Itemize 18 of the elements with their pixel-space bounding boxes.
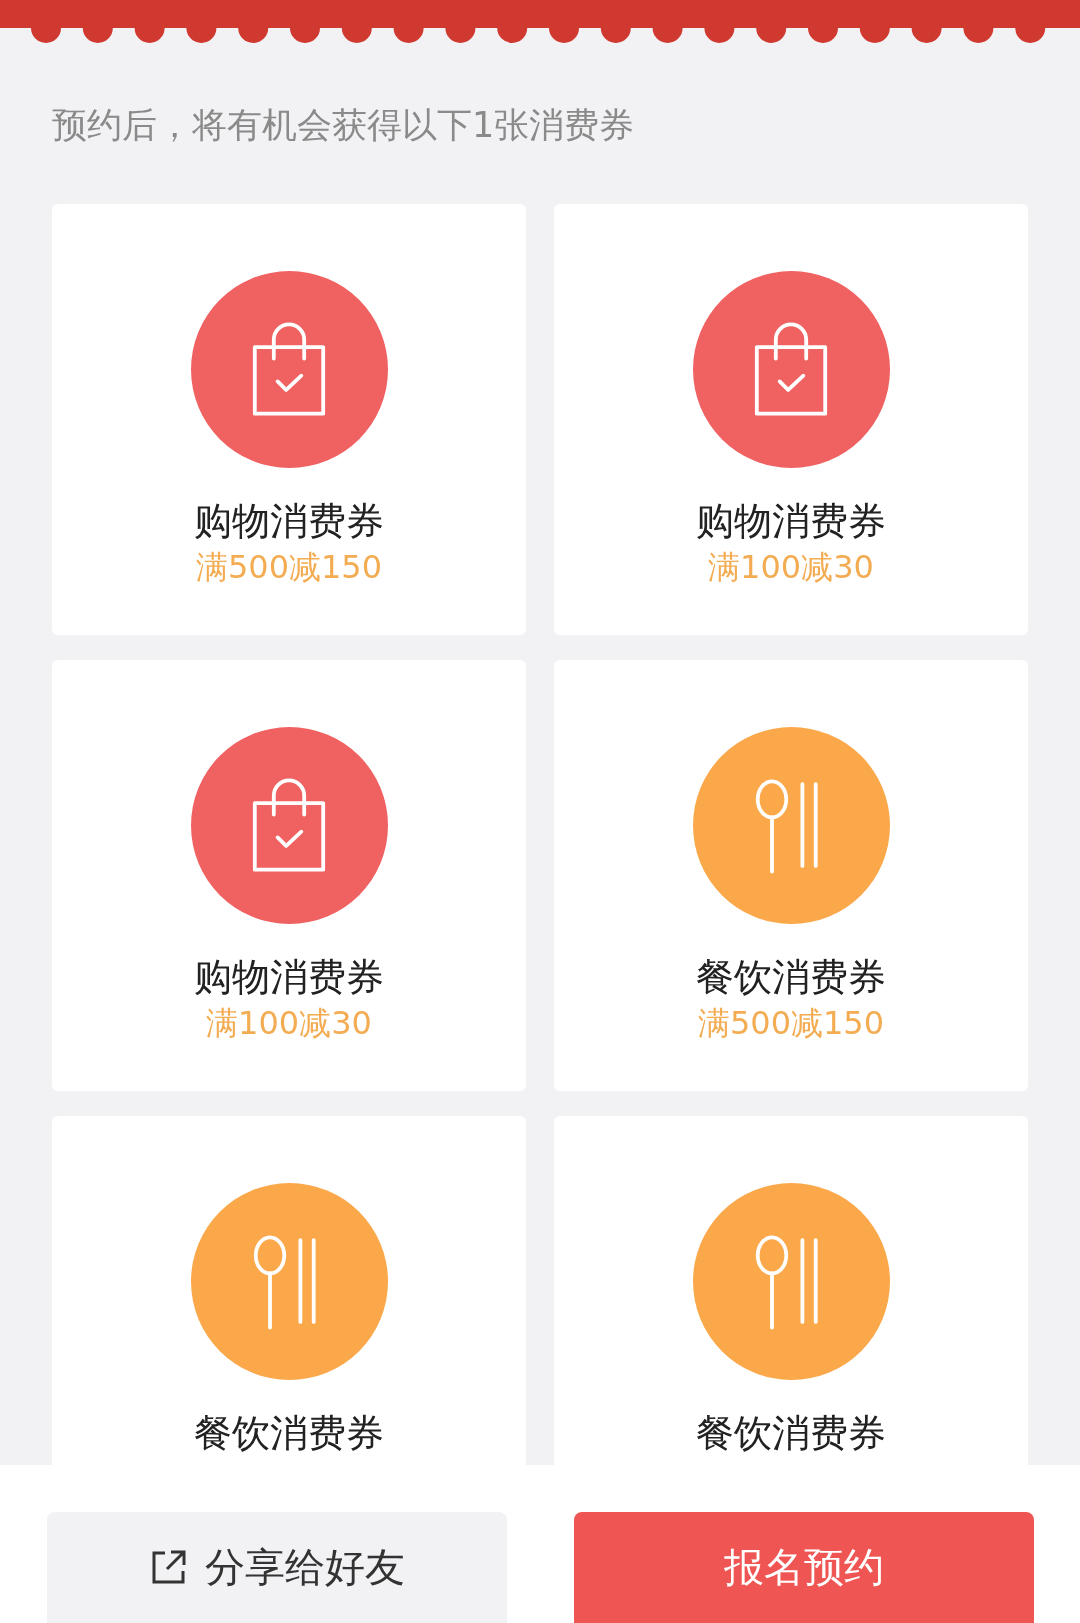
coupon-title: 餐饮消费券 bbox=[194, 1410, 384, 1457]
coupon-card[interactable]: 购物消费券 满100减30 bbox=[52, 660, 526, 1091]
coupon-value: 满500减150 bbox=[195, 547, 383, 588]
share-button[interactable]: 分享给好友 bbox=[47, 1512, 507, 1623]
coupon-card[interactable]: 购物消费券 满100减30 bbox=[554, 204, 1028, 635]
intro-text: 预约后，将有机会获得以下1张消费券 bbox=[52, 104, 636, 147]
coupon-title: 购物消费券 bbox=[194, 954, 384, 1001]
coupon-title: 购物消费券 bbox=[696, 498, 886, 545]
coupon-card[interactable]: 餐饮消费券 bbox=[52, 1116, 526, 1465]
coupon-value: 满100减30 bbox=[206, 1003, 372, 1044]
coupon-title: 餐饮消费券 bbox=[696, 954, 886, 1001]
coupon-value: 满100减30 bbox=[708, 547, 874, 588]
coupon-card[interactable]: 购物消费券 满500减150 bbox=[52, 204, 526, 635]
coupon-title: 购物消费券 bbox=[194, 498, 384, 545]
coupon-value: 满500减150 bbox=[697, 1003, 885, 1044]
coupon-card[interactable]: 餐饮消费券 bbox=[554, 1116, 1028, 1465]
coupon-title: 餐饮消费券 bbox=[696, 1410, 886, 1457]
coupon-card[interactable]: 餐饮消费券 满500减150 bbox=[554, 660, 1028, 1091]
